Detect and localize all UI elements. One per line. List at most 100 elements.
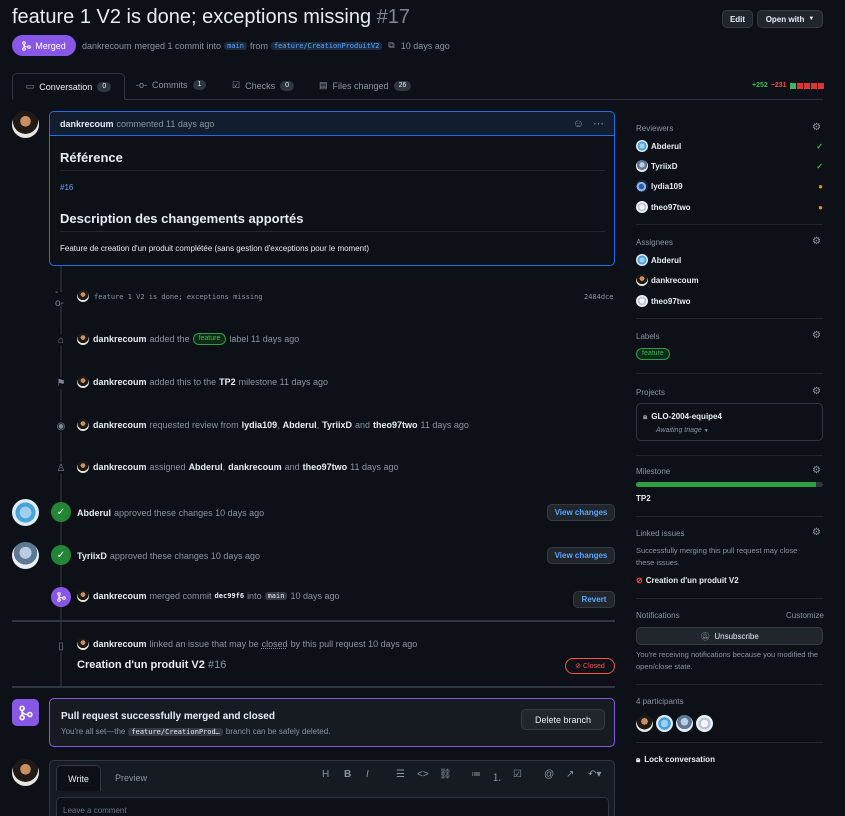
avatar[interactable] bbox=[696, 715, 713, 732]
labels-heading[interactable]: Labels bbox=[636, 332, 660, 341]
comment-input[interactable] bbox=[56, 797, 609, 816]
avatar[interactable] bbox=[12, 759, 39, 786]
avatar[interactable] bbox=[77, 290, 89, 302]
event-author[interactable]: dankrecoum bbox=[93, 334, 147, 344]
issue-link[interactable]: #16 bbox=[60, 183, 73, 192]
label-feature[interactable]: feature bbox=[636, 348, 670, 360]
gear-icon[interactable]: ⚙ bbox=[812, 465, 821, 476]
tab-preview[interactable]: Preview bbox=[115, 773, 147, 783]
heading-icon[interactable]: H bbox=[322, 769, 329, 780]
cross-reference-icon[interactable]: ↗ bbox=[566, 769, 574, 780]
avatar[interactable] bbox=[12, 111, 39, 138]
assignees-heading[interactable]: Assignees bbox=[636, 238, 673, 247]
reviewer-link[interactable]: lydia109 bbox=[242, 420, 278, 430]
gear-icon[interactable]: ⚙ bbox=[812, 527, 821, 538]
event-author[interactable]: dankrecoum bbox=[93, 377, 147, 387]
milestone-name[interactable]: TP2 bbox=[636, 494, 651, 503]
tab-files-changed[interactable]: ▤ Files changed 26 bbox=[319, 80, 412, 91]
base-branch[interactable]: main bbox=[264, 592, 288, 600]
quote-icon[interactable]: ☰ bbox=[396, 769, 405, 780]
avatar[interactable] bbox=[77, 590, 89, 602]
copy-icon[interactable]: ⧉ bbox=[388, 40, 394, 51]
milestone-link[interactable]: TP2 bbox=[219, 377, 236, 387]
reviewers-heading[interactable]: Reviewers bbox=[636, 124, 673, 133]
merge-commit-sha[interactable]: dec99f6 bbox=[215, 592, 245, 600]
commit-message[interactable]: feature 1 V2 is done; exceptions missing bbox=[94, 293, 263, 301]
avatar[interactable] bbox=[77, 376, 89, 388]
tab-commits[interactable]: -o- Commits 1 bbox=[136, 80, 207, 90]
mention-icon[interactable]: @ bbox=[544, 769, 554, 780]
project-name[interactable]: GLO-2004-equipe4 bbox=[651, 412, 722, 422]
reviewer-link[interactable]: Abderul bbox=[283, 420, 317, 430]
tab-write[interactable]: Write bbox=[56, 765, 101, 791]
unsubscribe-button[interactable]: 🔕︎ Unsubscribe bbox=[636, 627, 823, 645]
label-feature[interactable]: feature bbox=[192, 333, 227, 345]
assignee-row[interactable]: theo97two bbox=[636, 294, 823, 308]
avatar bbox=[636, 180, 648, 192]
tab-checks[interactable]: ☑ Checks 0 bbox=[232, 80, 294, 91]
link-icon[interactable]: ⛓ bbox=[439, 769, 452, 780]
event-author[interactable]: dankrecoum bbox=[93, 639, 147, 649]
tab-conversation[interactable]: ▭ Conversation 0 bbox=[12, 73, 125, 100]
reviewer-row[interactable]: theo97two ● bbox=[636, 200, 823, 214]
avatar[interactable] bbox=[77, 333, 89, 345]
event-author[interactable]: dankrecoum bbox=[93, 591, 147, 601]
project-card[interactable]: 🔒︎ GLO-2004-equipe4 Awaiting triage ▼ bbox=[636, 403, 823, 441]
event-author[interactable]: Abderul bbox=[77, 508, 111, 518]
comment-author[interactable]: dankrecoum bbox=[60, 119, 114, 129]
avatar[interactable] bbox=[77, 638, 89, 650]
view-changes-button[interactable]: View changes bbox=[547, 504, 615, 521]
reviewer-link[interactable]: theo97two bbox=[373, 420, 418, 430]
assignee-link[interactable]: theo97two bbox=[303, 462, 348, 472]
gear-icon[interactable]: ⚙ bbox=[812, 236, 821, 247]
italic-icon[interactable]: I bbox=[366, 769, 369, 780]
assignee-row[interactable]: dankrecoum bbox=[636, 273, 823, 287]
bold-icon[interactable]: B bbox=[344, 769, 351, 780]
linked-issue-link[interactable]: ⊘ Creation d'un produit V2 bbox=[636, 576, 739, 585]
revert-button[interactable]: Revert bbox=[573, 591, 615, 608]
avatar[interactable] bbox=[656, 715, 673, 732]
file-diff-icon: ▤ bbox=[319, 80, 328, 90]
avatar[interactable] bbox=[636, 715, 653, 732]
lock-conversation-link[interactable]: 🔒︎ Lock conversation bbox=[636, 755, 715, 765]
avatar[interactable] bbox=[77, 461, 89, 473]
avatar[interactable] bbox=[12, 542, 39, 569]
event-author[interactable]: dankrecoum bbox=[93, 420, 147, 430]
numbered-list-icon[interactable]: ⒈ bbox=[492, 769, 502, 784]
event-author[interactable]: TyriixD bbox=[77, 551, 107, 561]
edit-button[interactable]: Edit bbox=[722, 10, 753, 28]
smiley-icon[interactable]: ☺ bbox=[573, 118, 584, 130]
reviewer-link[interactable]: TyriixD bbox=[322, 420, 352, 430]
assignee-link[interactable]: dankrecoum bbox=[228, 462, 282, 472]
gear-icon[interactable]: ⚙ bbox=[812, 330, 821, 341]
assignee-link[interactable]: Abderul bbox=[189, 462, 223, 472]
customize-link[interactable]: Customize bbox=[786, 611, 824, 620]
gear-icon[interactable]: ⚙ bbox=[812, 122, 821, 133]
reviewer-row[interactable]: lydia109 ● bbox=[636, 179, 823, 193]
base-branch[interactable]: main bbox=[224, 41, 247, 50]
open-with-button[interactable]: Open with ▼ bbox=[757, 10, 823, 28]
event-author[interactable]: dankrecoum bbox=[93, 462, 147, 472]
code-icon[interactable]: <> bbox=[417, 769, 429, 780]
delete-branch-button[interactable]: Delete branch bbox=[521, 709, 605, 730]
head-branch[interactable]: feature/CreationProd… bbox=[128, 727, 223, 736]
commit-sha[interactable]: 2484dce bbox=[584, 293, 614, 301]
gear-icon[interactable]: ⚙ bbox=[812, 386, 821, 397]
reviewer-row[interactable]: TyriixD ✓ bbox=[636, 159, 823, 173]
linked-issue-title[interactable]: Creation d'un produit V2 #16 bbox=[77, 659, 226, 671]
view-changes-button[interactable]: View changes bbox=[547, 547, 615, 564]
assignee-row[interactable]: Abderul bbox=[636, 253, 823, 267]
head-branch[interactable]: feature/CreationProduitV2 bbox=[270, 41, 383, 50]
avatar[interactable] bbox=[12, 499, 39, 526]
reviewer-row[interactable]: Abderul ✓ bbox=[636, 139, 823, 153]
avatar[interactable] bbox=[77, 419, 89, 431]
kebab-menu-icon[interactable]: ⋯ bbox=[593, 117, 604, 130]
milestone-heading[interactable]: Milestone bbox=[636, 467, 670, 476]
avatar[interactable] bbox=[676, 715, 693, 732]
author-link[interactable]: dankrecoum bbox=[82, 41, 132, 51]
project-status[interactable]: Awaiting triage ▼ bbox=[656, 427, 709, 434]
undo-icon[interactable]: ↶▾ bbox=[588, 769, 601, 780]
task-list-icon[interactable]: ☑ bbox=[513, 769, 522, 780]
bullet-list-icon[interactable]: ≔ bbox=[471, 769, 481, 780]
projects-heading[interactable]: Projects bbox=[636, 388, 665, 397]
